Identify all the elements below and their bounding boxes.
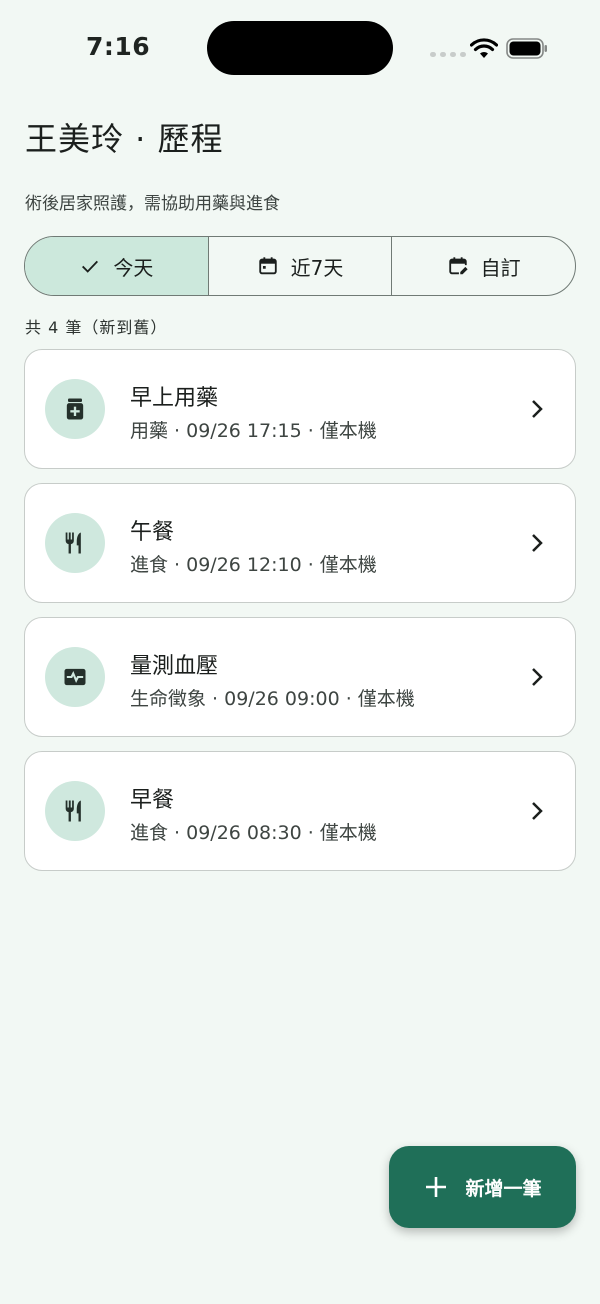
record-list: 早上用藥 用藥 · 09/26 17:15 · 僅本機 午餐 進食 · 09/2… xyxy=(24,349,576,885)
medicine-icon xyxy=(66,398,84,420)
list-item[interactable]: 早上用藥 用藥 · 09/26 17:15 · 僅本機 xyxy=(24,349,576,469)
record-count: 共 4 筆（新到舊） xyxy=(25,318,168,337)
record-title: 早餐 xyxy=(130,788,175,813)
list-item[interactable]: 量測血壓 生命徵象 · 09/26 09:00 · 僅本機 xyxy=(24,617,576,737)
cellular-signal-icon xyxy=(430,52,466,57)
record-title: 午餐 xyxy=(130,520,175,545)
filter-custom-button[interactable]: 自訂 xyxy=(392,237,575,295)
record-meta: 進食 · 09/26 12:10 · 僅本機 xyxy=(130,554,377,576)
calendar-edit-icon xyxy=(448,257,468,275)
plus-icon xyxy=(426,1177,447,1197)
filter-today-label: 今天 xyxy=(113,255,154,280)
add-record-button[interactable]: 新增一筆 xyxy=(389,1146,576,1228)
status-bar: 7:16 xyxy=(0,0,600,96)
chevron-right-icon xyxy=(532,668,543,686)
filter-today-button[interactable]: 今天 xyxy=(25,237,209,295)
record-meta: 生命徵象 · 09/26 09:00 · 僅本機 xyxy=(130,688,415,710)
list-item[interactable]: 早餐 進食 · 09/26 08:30 · 僅本機 xyxy=(24,751,576,871)
history-screen: 7:16 王美玲 · 歷程 術後居家照護，需協助用藥與進食 今天 近7天 自訂 … xyxy=(0,0,600,1304)
record-title: 早上用藥 xyxy=(130,386,219,411)
record-meta: 用藥 · 09/26 17:15 · 僅本機 xyxy=(130,420,377,442)
add-record-label: 新增一筆 xyxy=(465,1177,542,1200)
wifi-icon xyxy=(470,38,498,58)
chevron-right-icon xyxy=(532,534,543,552)
record-title: 量測血壓 xyxy=(130,654,219,679)
battery-icon xyxy=(506,38,547,59)
chevron-right-icon xyxy=(532,802,543,820)
date-range-filter: 今天 近7天 自訂 xyxy=(24,236,576,296)
page-subtitle: 術後居家照護，需協助用藥與進食 xyxy=(25,194,280,214)
utensils-icon xyxy=(65,800,81,822)
record-meta: 進食 · 09/26 08:30 · 僅本機 xyxy=(130,822,377,844)
utensils-icon xyxy=(65,532,81,554)
calendar-icon xyxy=(258,257,277,275)
check-icon xyxy=(82,260,99,273)
chevron-right-icon xyxy=(532,400,543,418)
filter-custom-label: 自訂 xyxy=(480,255,521,280)
vitals-icon xyxy=(64,668,86,686)
dynamic-island xyxy=(207,21,393,75)
filter-last7-label: 近7天 xyxy=(290,255,344,280)
filter-last7-button[interactable]: 近7天 xyxy=(209,237,393,295)
status-time: 7:16 xyxy=(86,32,151,61)
page-title: 王美玲 · 歷程 xyxy=(25,120,224,158)
list-item[interactable]: 午餐 進食 · 09/26 12:10 · 僅本機 xyxy=(24,483,576,603)
